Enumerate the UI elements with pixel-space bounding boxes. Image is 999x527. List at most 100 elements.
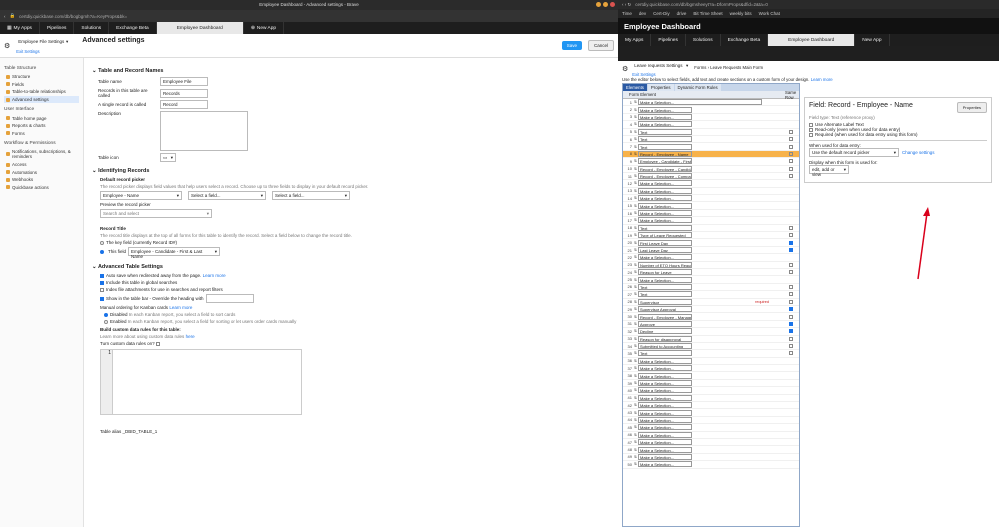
element-select[interactable]: Text: [638, 291, 693, 298]
element-select[interactable]: Make a Selection...: [638, 394, 693, 401]
records-called-input[interactable]: Records: [160, 88, 208, 98]
move-icon[interactable]: ⇅: [634, 189, 637, 193]
move-icon[interactable]: ⇅: [634, 440, 637, 444]
form-element-row[interactable]: 30⇅Record - Employee - Managers Email: [623, 313, 799, 321]
sidebar-item-reports[interactable]: Reports & charts: [4, 122, 79, 130]
nav-new-app[interactable]: New App: [855, 34, 890, 46]
move-icon[interactable]: ⇅: [634, 418, 637, 422]
bookmark-drive[interactable]: drive: [677, 11, 687, 16]
address-bar-right[interactable]: ‹ › ↻ certdiy.quickbase.com/db/bgmsheeyt?…: [618, 0, 999, 9]
form-element-row[interactable]: 42 ⇅ Make a Selection...: [623, 402, 799, 410]
move-icon[interactable]: ⇅: [634, 174, 637, 178]
same-row-checkbox[interactable]: [789, 240, 793, 245]
form-element-row[interactable]: 14 ⇅ Make a Selection...: [623, 195, 799, 203]
sidebar-item-relationships[interactable]: Table-to-table relationships: [4, 88, 79, 96]
description-textarea[interactable]: [160, 111, 248, 151]
save-button[interactable]: Save: [561, 41, 582, 50]
bookmark-work-chat[interactable]: Work Chat: [759, 11, 780, 16]
maximize-icon[interactable]: [603, 2, 608, 7]
picker-field-1[interactable]: Employee - Name ▾: [100, 191, 182, 200]
index-attachments-checkbox[interactable]: Index file attachments for use in search…: [100, 287, 610, 292]
form-element-row[interactable]: 47 ⇅ Make a Selection...: [623, 439, 799, 447]
form-element-row[interactable]: 26 ⇅ Text: [623, 283, 799, 292]
form-element-row[interactable]: 12 ⇅ Make a Selection...: [623, 180, 799, 188]
radio-key-field[interactable]: The key field (currently Record ID#): [100, 240, 610, 245]
element-select[interactable]: Make a Selection...: [638, 424, 693, 431]
tab-properties[interactable]: Properties: [647, 84, 674, 91]
element-select[interactable]: Submitted to Accounting: [638, 343, 693, 350]
element-select[interactable]: Text: [638, 283, 693, 290]
bookmark-dev[interactable]: dev: [639, 11, 646, 16]
custom-rules-editor[interactable]: 1: [100, 349, 302, 415]
element-select[interactable]: Make a Selection...: [638, 187, 693, 194]
same-row-checkbox[interactable]: [789, 314, 793, 319]
move-icon[interactable]: ⇅: [634, 285, 637, 289]
element-select[interactable]: Make a Selection...: [638, 276, 693, 283]
form-settings-dropdown[interactable]: Leave requests Settings ▾: [632, 61, 691, 71]
move-icon[interactable]: ⇅: [634, 100, 637, 104]
move-icon[interactable]: ⇅: [634, 159, 637, 163]
element-select[interactable]: Make a Selection...: [638, 372, 693, 379]
element-select[interactable]: Last Leave Day: [638, 247, 693, 253]
record-called-input[interactable]: Record: [160, 100, 208, 109]
same-row-checkbox[interactable]: [789, 151, 793, 156]
move-icon[interactable]: ⇅: [634, 270, 637, 274]
section-identifying-records[interactable]: ⌄ Identifying Records: [92, 168, 610, 174]
global-search-checkbox[interactable]: Include this table in global searches: [100, 280, 610, 285]
form-element-row[interactable]: 2 ⇅ Make a Selection...: [623, 106, 799, 114]
element-select[interactable]: Make a Selection...: [638, 416, 693, 423]
nav-exchange[interactable]: Exchange Beta: [721, 34, 769, 46]
kanban-learn-more[interactable]: Learn more: [169, 305, 192, 310]
form-element-row[interactable]: 4 ⇅ Make a Selection...: [623, 121, 799, 129]
element-select[interactable]: Make a Selection...: [638, 99, 763, 106]
move-icon[interactable]: ⇅: [634, 351, 637, 355]
element-select[interactable]: Decline: [638, 328, 693, 335]
bookmark-weekly[interactable]: weekly bits: [730, 11, 752, 16]
form-element-row[interactable]: 1 ⇅ Make a Selection...: [623, 99, 799, 107]
form-element-row[interactable]: 46 ⇅ Make a Selection...: [623, 431, 799, 439]
address-bar[interactable]: ‹ 🔒 certdiy.quickbase.com/db/bogbgmh?a=Key…: [0, 10, 618, 22]
form-element-row[interactable]: 43 ⇅ Make a Selection...: [623, 409, 799, 417]
element-select[interactable]: Make a Selection...: [638, 402, 693, 409]
same-row-checkbox[interactable]: [789, 329, 793, 334]
form-element-row[interactable]: 41 ⇅ Make a Selection...: [623, 394, 799, 403]
move-icon[interactable]: ⇅: [634, 388, 637, 392]
element-select[interactable]: Text: [638, 128, 693, 135]
form-element-row[interactable]: 23⇅Number of ETO Hours Requesting to Use: [623, 261, 799, 269]
section-table-names[interactable]: ⌄ Table and Record Names: [92, 68, 610, 74]
element-select[interactable]: Make a Selection...: [638, 380, 693, 387]
sidebar-item-notifications[interactable]: Notifications, subscriptions, & reminder…: [4, 148, 79, 161]
cancel-button[interactable]: Cancel: [587, 40, 614, 51]
move-icon[interactable]: ⇅: [634, 181, 637, 185]
nav-employee-dashboard[interactable]: Employee Dashboard: [768, 34, 856, 46]
form-element-row[interactable]: 32 ⇅ Decline: [623, 328, 799, 336]
element-select[interactable]: Make a Selection...: [638, 113, 693, 120]
move-icon[interactable]: ⇅: [634, 322, 637, 326]
move-icon[interactable]: ⇅: [634, 329, 637, 333]
form-element-row[interactable]: 36 ⇅ Make a Selection...: [623, 357, 799, 366]
form-element-row[interactable]: 44 ⇅ Make a Selection...: [623, 416, 799, 425]
element-select[interactable]: Employee - Candidate - First & Last Name: [638, 158, 693, 165]
tab-elements[interactable]: Elements: [623, 84, 647, 91]
move-icon[interactable]: ⇅: [634, 359, 637, 363]
same-row-checkbox[interactable]: [789, 137, 793, 142]
form-element-row[interactable]: 35 ⇅ Text: [623, 350, 799, 358]
same-row-checkbox[interactable]: [789, 248, 793, 252]
tab-dynamic-rules[interactable]: Dynamic Form Rules: [674, 84, 721, 91]
move-icon[interactable]: ⇅: [634, 396, 637, 400]
form-element-row[interactable]: 38 ⇅ Make a Selection...: [623, 372, 799, 380]
same-row-checkbox[interactable]: [789, 129, 793, 134]
form-element-row[interactable]: 34 ⇅ Submitted to Accounting: [623, 343, 799, 351]
form-element-row[interactable]: 5 ⇅ Text: [623, 128, 799, 136]
kanban-enabled-radio[interactable]: Enabled In each Kanban report, you selec…: [104, 319, 610, 324]
element-select[interactable]: Reason for Leave: [638, 269, 693, 276]
element-select[interactable]: Make a Selection...: [638, 202, 693, 209]
required-checkbox[interactable]: Required (when used for data entry using…: [809, 132, 987, 137]
move-icon[interactable]: ⇅: [634, 130, 637, 134]
element-select[interactable]: Text: [638, 136, 693, 143]
move-icon[interactable]: ⇅: [634, 381, 637, 385]
nav-solutions[interactable]: Solutions: [686, 34, 721, 46]
move-icon[interactable]: ⇅: [634, 218, 637, 222]
element-select[interactable]: Record - Employee - Managers Email: [638, 313, 693, 320]
form-element-row[interactable]: 33 ⇅ Reason for disapproval: [623, 335, 799, 343]
